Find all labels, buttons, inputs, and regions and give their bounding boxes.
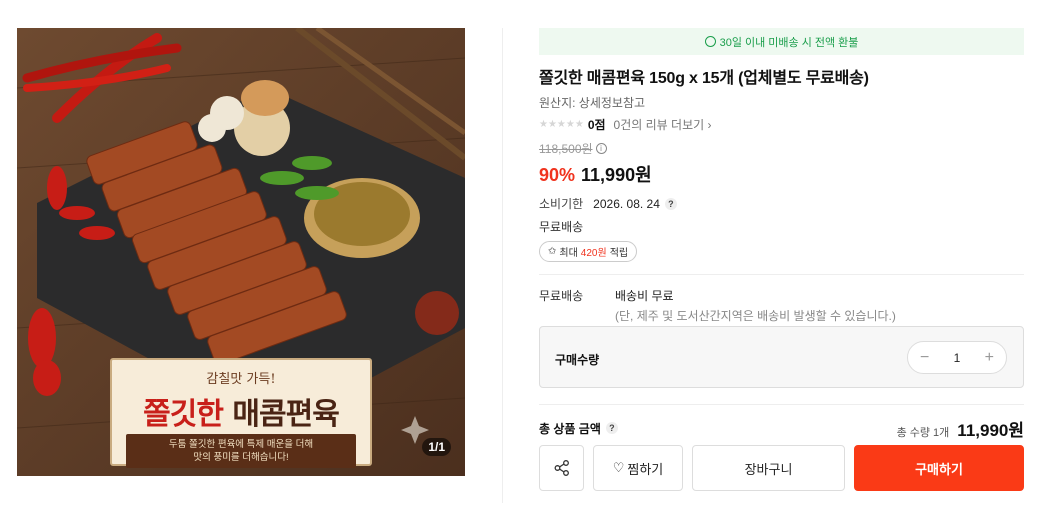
action-buttons: ♡ 찜하기 장바구니 구매하기 <box>539 445 1024 491</box>
price-row: 90% 11,990원 <box>539 161 1024 187</box>
product-title: 쫄깃한 매콤편육 150g x 15개 (업체별도 무료배송) <box>539 70 869 87</box>
discount-rate: 90% <box>539 165 576 185</box>
vertical-divider <box>502 28 503 503</box>
points-icon: ✩ <box>548 246 557 257</box>
quantity-stepper: − 1 + <box>907 341 1007 374</box>
product-origin: 원산지: 상세정보참고 <box>539 96 646 110</box>
total-label-text: 총 상품 금액 <box>539 421 601 436</box>
banner-desc-line-2: 맛의 풍미를 더해습니다! <box>193 452 289 463</box>
divider <box>539 404 1024 405</box>
free-shipping-label: 무료배송 <box>539 220 584 234</box>
banner-title-dark: 매콤편육 <box>232 397 339 432</box>
shipping-row: 무료배송 배송비 무료 (단, 제주 및 도서산간지역은 배송비 발생할 수 있… <box>539 287 1024 324</box>
points-value: 420원 <box>580 248 607 259</box>
info-icon[interactable]: i <box>595 143 607 154</box>
total-count: 총 수량 1개 <box>896 426 950 439</box>
product-info: 30일 이내 미배송 시 전액 환불 쫄깃한 매콤편육 150g x 15개 (… <box>539 28 1024 491</box>
help-icon[interactable]: ? <box>664 197 677 210</box>
original-price: 118,500원 <box>539 142 593 156</box>
rating-row: ★★★★★ 0점 0건의 리뷰 더보기 › <box>539 116 1024 133</box>
quantity-box: 구매수량 − 1 + <box>539 326 1024 388</box>
total-label: 총 상품 금액 ? <box>539 420 618 437</box>
total-summary: 총 수량 1개 11,990원 <box>897 416 1024 441</box>
expiry-label: 소비기한 <box>539 197 584 211</box>
banner-description: 두툼 쫄깃한 편육에 특제 매운을 더해 맛의 풍미를 더해습니다! <box>126 434 356 468</box>
banner-title-red: 쫄깃한 <box>143 397 224 432</box>
banner-desc-line-1: 두툼 쫄깃한 편육에 특제 매운을 더해 <box>168 439 314 450</box>
banner-title: 쫄깃한 매콤편육 <box>112 389 370 433</box>
refund-notice: 30일 이내 미배송 시 전액 환불 <box>539 28 1024 55</box>
total-row: 총 상품 금액 ? 총 수량 1개 11,990원 <box>539 416 1024 440</box>
help-icon[interactable]: ? <box>605 422 618 434</box>
image-counter: 1/1 <box>422 438 451 456</box>
refund-notice-text: 30일 이내 미배송 시 전액 환불 <box>719 36 859 49</box>
total-sum: 11,990원 <box>957 420 1024 440</box>
expiry-row: 소비기한 2026. 08. 24 ? <box>539 195 1024 212</box>
shipping-note: (단, 제주 및 도서산간지역은 배송비 발생할 수 있습니다.) <box>615 309 896 323</box>
divider <box>539 274 1024 275</box>
sale-price: 11,990원 <box>581 165 652 185</box>
points-badge: ✩ 최대 420원 적립 <box>539 241 638 262</box>
star-rating-icon: ★★★★★ <box>539 119 584 130</box>
reviews-link[interactable]: 0건의 리뷰 더보기 › <box>614 116 712 133</box>
heart-icon: ♡ <box>612 460 625 475</box>
share-icon <box>554 460 569 476</box>
quantity-label: 구매수량 <box>555 353 600 367</box>
rating-score: 0점 <box>587 118 606 132</box>
points-prefix: 최대 <box>559 248 578 259</box>
wishlist-label: 찜하기 <box>627 461 664 477</box>
expiry-value: 2026. 08. 24 <box>593 196 660 211</box>
shipping-label: 무료배송 <box>539 289 584 303</box>
plus-button[interactable]: + <box>985 349 994 367</box>
original-price-row: 118,500원 i <box>539 140 1024 157</box>
product-image[interactable]: 감칠맛 가득! 쫄깃한 매콤편육 두툼 쫄깃한 편육에 특제 매운을 더해 맛의… <box>17 28 465 476</box>
buy-button[interactable]: 구매하기 <box>854 445 1024 491</box>
shipping-detail: 배송비 무료 (단, 제주 및 도서산간지역은 배송비 발생할 수 있습니다.) <box>615 287 896 324</box>
banner-subtitle: 감칠맛 가득! <box>206 372 276 387</box>
cart-button[interactable]: 장바구니 <box>692 445 845 491</box>
minus-button[interactable]: − <box>920 349 929 367</box>
share-button[interactable] <box>539 445 584 491</box>
quantity-value[interactable]: 1 <box>954 351 961 365</box>
promo-banner: 감칠맛 가득! 쫄깃한 매콤편육 두툼 쫄깃한 편육에 특제 매운을 더해 맛의… <box>110 358 372 468</box>
wishlist-button[interactable]: ♡ 찜하기 <box>593 445 683 491</box>
shipping-fee: 배송비 무료 <box>615 289 674 303</box>
coin-icon <box>704 36 716 47</box>
points-suffix: 적립 <box>609 248 629 259</box>
